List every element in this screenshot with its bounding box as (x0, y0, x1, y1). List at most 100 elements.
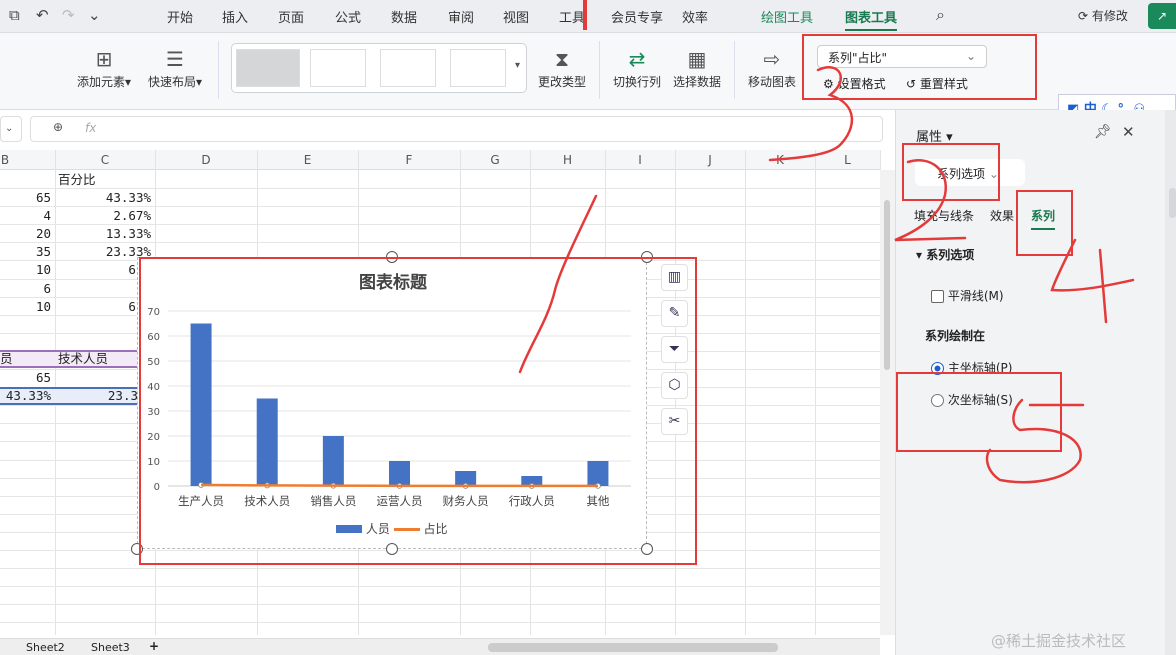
add-sheet-button[interactable]: + (149, 639, 159, 653)
grid-line (0, 622, 880, 623)
col-header[interactable]: E (257, 153, 358, 167)
modified-label: 有修改 (1091, 9, 1128, 23)
tab-chart-tools[interactable]: 图表工具 (845, 7, 898, 31)
quick-layout-icon: ☰ (166, 47, 184, 71)
ribbon: ⊞ 添加元素▾ ☰ 快速布局▾ ▾ ⧗ 更改类型 ⇄ 切换行列 ▦ 选择数据 ⇨ 移动图表 … (0, 33, 1176, 110)
scroll-thumb[interactable] (884, 200, 890, 370)
chart-style-1[interactable] (236, 49, 300, 87)
share-button[interactable]: ↗ (1148, 3, 1176, 29)
horizontal-scrollbar[interactable] (488, 643, 778, 652)
vertical-scrollbar[interactable] (880, 170, 895, 635)
cell[interactable]: 10 (36, 261, 51, 279)
col-header[interactable]: G (460, 153, 530, 167)
add-element-button[interactable]: ⊞ 添加元素▾ (74, 45, 134, 90)
cell[interactable]: 20 (36, 225, 51, 243)
change-type-label: 更改类型 (537, 75, 586, 89)
cell[interactable]: 43.33% (6, 387, 51, 405)
select-data-button[interactable]: ▦ 选择数据 (670, 45, 724, 90)
tab-effects[interactable]: 效果 (990, 207, 1014, 224)
gallery-expand-icon[interactable]: ▾ (515, 60, 520, 71)
cell[interactable]: 百分比 (58, 171, 96, 189)
divider (599, 41, 600, 99)
chart-style-4[interactable] (450, 49, 506, 87)
column-headers: B C D E F G H I J K L (0, 150, 880, 170)
sheet-tab[interactable]: Sheet2 (26, 641, 65, 654)
tab-review[interactable]: 审阅 (448, 7, 474, 26)
tab-drawing-tools[interactable]: 绘图工具 (761, 7, 813, 26)
smooth-line-checkbox[interactable]: 平滑线(M) (931, 287, 1004, 304)
col-header[interactable]: D (155, 153, 257, 167)
chart-style-gallery: ▾ (231, 43, 527, 93)
cell[interactable]: 23.3 (108, 387, 138, 405)
tab-member[interactable]: 会员专享 (611, 7, 663, 26)
cell[interactable]: 10 (36, 298, 51, 316)
quick-layout-button[interactable]: ☰ 快速布局▾ (144, 45, 206, 90)
col-header[interactable]: K (745, 153, 815, 167)
customize-chevron-icon[interactable]: ⌄ (88, 6, 101, 24)
name-box-dropdown[interactable]: ⌄ (0, 116, 22, 142)
annotation-mark (583, 0, 587, 30)
panel-edge (1165, 110, 1176, 655)
cell[interactable]: 65 (36, 369, 51, 387)
section-label: 系列选项 (926, 248, 975, 262)
cell[interactable]: 13.33% (106, 225, 151, 243)
grid-line (0, 604, 880, 605)
tab-home[interactable]: 开始 (167, 7, 193, 26)
tab-fill-line[interactable]: 填充与线条 (914, 207, 974, 224)
grid-line (745, 150, 746, 635)
cell[interactable]: 2.67% (113, 207, 151, 225)
divider (734, 41, 735, 99)
cell[interactable]: 4 (43, 207, 51, 225)
chart-style-2[interactable] (310, 49, 366, 87)
change-type-icon: ⧗ (554, 47, 570, 71)
change-type-button[interactable]: ⧗ 更改类型 (534, 45, 590, 90)
grid-line (0, 586, 880, 587)
close-icon[interactable]: ✕ (1122, 123, 1135, 141)
fx-icon[interactable]: fx (85, 121, 96, 135)
annotation-box-4 (1016, 190, 1073, 256)
move-chart-icon: ⇨ (763, 47, 781, 71)
tab-formula[interactable]: 公式 (335, 7, 361, 26)
zoom-icon[interactable]: ⊕ (53, 120, 63, 134)
cell[interactable]: 员 (0, 350, 13, 368)
col-header[interactable]: C (55, 153, 155, 167)
redo-icon[interactable]: ↷ (62, 6, 75, 24)
print-preview-icon[interactable]: ⧉ (9, 6, 20, 24)
section-series-options[interactable]: ▾ 系列选项 (916, 246, 974, 263)
select-data-label: 选择数据 (672, 75, 721, 89)
annotation-box-2 (902, 143, 1000, 201)
annotation-box-1 (139, 257, 697, 565)
switch-label: 切换行列 (612, 75, 661, 89)
tab-efficiency[interactable]: 效率 (682, 7, 708, 26)
tab-view[interactable]: 视图 (503, 7, 529, 26)
switch-row-col-button[interactable]: ⇄ 切换行列 (610, 45, 664, 90)
col-header[interactable]: F (358, 153, 460, 167)
cell[interactable]: 35 (36, 243, 51, 261)
cell[interactable]: 技术人员 (58, 350, 108, 368)
col-header[interactable]: B (0, 153, 10, 167)
quick-layout-label: 快速布局 (147, 75, 196, 89)
cell[interactable]: 65 (36, 189, 51, 207)
pin-icon[interactable]: 📌︎ (1094, 124, 1112, 140)
cell[interactable]: 43.33% (106, 189, 151, 207)
modified-status[interactable]: ⟳ 有修改 (1078, 7, 1128, 24)
formula-bar[interactable]: ⊕ fx (30, 116, 883, 142)
sheet-tab[interactable]: Sheet3 (91, 641, 130, 654)
col-header[interactable]: J (675, 153, 745, 167)
undo-icon[interactable]: ↶ (36, 6, 49, 24)
col-header[interactable]: L (815, 153, 880, 167)
smooth-label: 平滑线(M) (947, 289, 1004, 303)
col-header[interactable]: I (605, 153, 675, 167)
annotation-box-3 (802, 34, 1037, 100)
search-icon[interactable]: ⌕ (936, 5, 945, 25)
col-header[interactable]: H (530, 153, 605, 167)
tab-data[interactable]: 数据 (391, 7, 417, 26)
plot-on-label: 系列绘制在 (925, 329, 986, 343)
cell[interactable]: 6 (43, 280, 51, 298)
tab-insert[interactable]: 插入 (222, 7, 248, 26)
tab-tools[interactable]: 工具 (559, 7, 585, 26)
chart-style-3[interactable] (380, 49, 436, 87)
move-chart-button[interactable]: ⇨ 移动图表 (744, 45, 800, 90)
menu-bar: ⧉ ↶ ↷ ⌄ 开始 插入 页面 公式 数据 审阅 视图 工具 会员专享 效率 … (0, 0, 1176, 33)
tab-page[interactable]: 页面 (278, 7, 304, 26)
